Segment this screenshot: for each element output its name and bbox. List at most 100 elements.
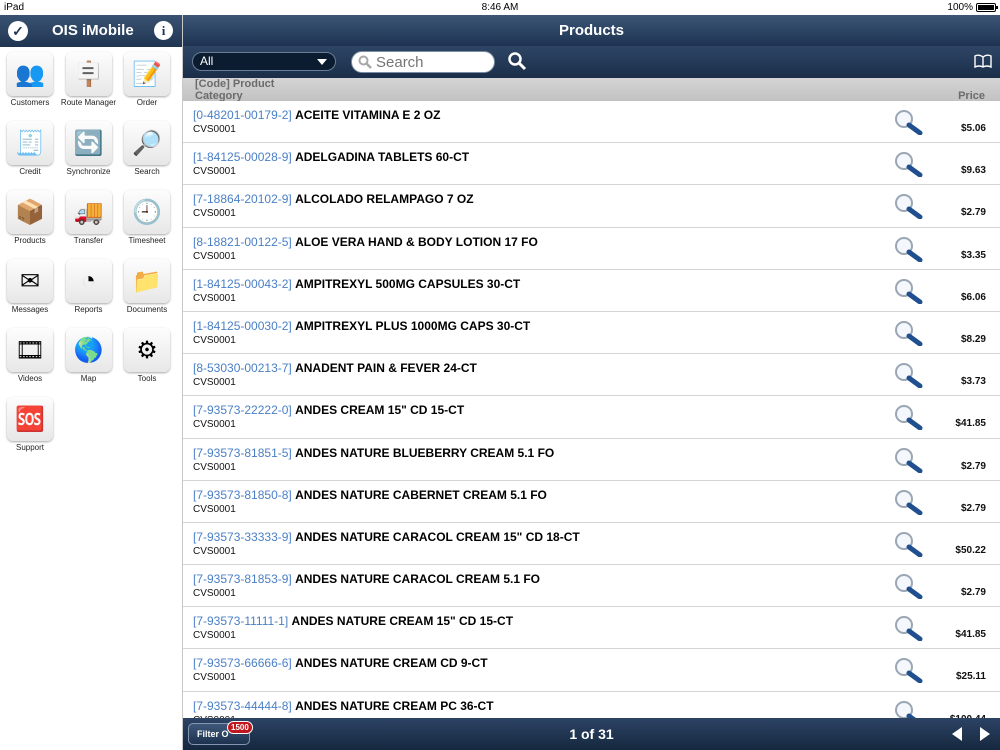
product-name: AMPITREXYL PLUS 1000MG CAPS 30-CT bbox=[295, 318, 531, 333]
search-input[interactable] bbox=[376, 54, 488, 70]
sidebar-item-messages[interactable]: ✉ Messages bbox=[1, 259, 59, 325]
sidebar-item-support[interactable]: 🆘 Support bbox=[1, 397, 59, 463]
synchronize-icon: 🔄 bbox=[65, 121, 112, 165]
product-name: ANDES NATURE CARACOL CREAM 15" CD 18-CT bbox=[295, 529, 580, 544]
product-category: CVS0001 bbox=[193, 461, 236, 473]
sidebar: ✓ OIS iMobile i 👥 Customers 🪧 Route Manager… bbox=[0, 15, 183, 750]
product-row[interactable]: [0-48201-00179-2] ACEITE VITAMINA E 2 OZ… bbox=[183, 101, 1000, 144]
product-row[interactable]: [7-93573-66666-6] ANDES NATURE CREAM CD … bbox=[183, 649, 1000, 692]
info-icon[interactable]: i bbox=[154, 21, 173, 40]
app-logo-icon: ✓ bbox=[8, 21, 28, 41]
product-row[interactable]: [1-84125-00028-9] ADELGADINA TABLETS 60-… bbox=[183, 143, 1000, 186]
view-detail-icon[interactable] bbox=[893, 573, 923, 604]
help-support-icon: 🆘 bbox=[7, 397, 53, 441]
product-row[interactable]: [7-93573-44444-8] ANDES NATURE CREAM PC … bbox=[183, 691, 1000, 718]
view-detail-icon[interactable] bbox=[893, 615, 923, 646]
sidebar-item-videos[interactable]: 🎞 Videos bbox=[1, 328, 59, 394]
product-row[interactable]: [7-93573-33333-9] ANDES NATURE CARACOL C… bbox=[183, 522, 1000, 566]
category-filter-select[interactable]: All bbox=[192, 52, 336, 71]
product-title: [0-48201-00179-2] ACEITE VITAMINA E 2 OZ bbox=[193, 108, 440, 122]
product-price: $5.06 bbox=[960, 123, 986, 134]
product-name: ALOE VERA HAND & BODY LOTION 17 FO bbox=[295, 234, 538, 249]
product-category: CVS0001 bbox=[193, 124, 236, 135]
view-detail-icon[interactable] bbox=[893, 531, 923, 562]
product-category: CVS0001 bbox=[193, 503, 236, 515]
product-title: [7-93573-81851-5] ANDES NATURE BLUEBERRY… bbox=[193, 446, 554, 460]
sidebar-item-tools[interactable]: ⚙ Tools bbox=[118, 328, 176, 394]
product-name: ANDES NATURE BLUEBERRY CREAM 5.1 FO bbox=[295, 445, 555, 460]
search-submit-icon[interactable] bbox=[507, 51, 527, 71]
sidebar-item-credit[interactable]: 🧾 Credit bbox=[1, 121, 59, 187]
product-price: $3.35 bbox=[960, 249, 986, 261]
product-row[interactable]: [7-93573-81851-5] ANDES NATURE BLUEBERRY… bbox=[183, 438, 1000, 481]
product-name: ACEITE VITAMINA E 2 OZ bbox=[295, 108, 441, 122]
product-title: [1-84125-00030-2] AMPITREXYL PLUS 1000MG… bbox=[193, 319, 530, 333]
sidebar-item-label: Tools bbox=[137, 374, 157, 383]
sidebar-item-label: Documents bbox=[126, 305, 168, 314]
sidebar-item-order[interactable]: 📝 Order bbox=[118, 52, 176, 118]
view-detail-icon[interactable] bbox=[893, 447, 923, 478]
messages-envelope-icon: ✉ bbox=[7, 259, 53, 303]
view-detail-icon[interactable] bbox=[893, 700, 923, 718]
product-list[interactable]: [0-48201-00179-2] ACEITE VITAMINA E 2 OZ… bbox=[183, 101, 1000, 718]
product-code: [0-48201-00179-2] bbox=[193, 108, 292, 122]
app-title: OIS iMobile bbox=[52, 22, 134, 39]
product-price: $2.79 bbox=[960, 502, 986, 514]
sidebar-item-documents[interactable]: 📁 Documents bbox=[118, 259, 176, 325]
view-detail-icon[interactable] bbox=[893, 489, 923, 520]
product-row[interactable]: [7-93573-22222-0] ANDES CREAM 15" CD 15-… bbox=[183, 396, 1000, 439]
view-detail-icon[interactable] bbox=[893, 193, 923, 224]
product-row[interactable]: [8-18821-00122-5] ALOE VERA HAND & BODY … bbox=[183, 227, 1000, 270]
column-code-product: [Code] Product bbox=[195, 78, 275, 90]
product-row[interactable]: [7-93573-11111-1] ANDES NATURE CREAM 15"… bbox=[183, 607, 1000, 650]
product-row[interactable]: [7-18864-20102-9] ALCOLADO RELAMPAGO 7 O… bbox=[183, 185, 1000, 228]
view-detail-icon[interactable] bbox=[893, 109, 923, 140]
sidebar-item-transfer[interactable]: 🚚 Transfer bbox=[60, 190, 118, 256]
product-row[interactable]: [7-93573-81853-9] ANDES NATURE CARACOL C… bbox=[183, 565, 1000, 608]
product-title: [8-53030-00213-7] ANADENT PAIN & FEVER 2… bbox=[193, 361, 477, 375]
product-price: $6.06 bbox=[960, 291, 986, 303]
product-row[interactable]: [1-84125-00043-2] AMPITREXYL 500MG CAPSU… bbox=[183, 269, 1000, 312]
view-detail-icon[interactable] bbox=[893, 236, 923, 267]
view-detail-icon[interactable] bbox=[893, 278, 923, 309]
catalog-book-icon[interactable] bbox=[974, 54, 992, 68]
view-detail-icon[interactable] bbox=[893, 657, 923, 688]
sidebar-item-synchronize[interactable]: 🔄 Synchronize bbox=[60, 121, 118, 187]
view-detail-icon[interactable] bbox=[893, 404, 923, 435]
previous-page-icon[interactable] bbox=[952, 727, 962, 741]
search-field[interactable] bbox=[351, 51, 495, 73]
sidebar-item-customers[interactable]: 👥 Customers bbox=[1, 52, 59, 118]
battery-icon bbox=[976, 3, 998, 12]
product-category: CVS0001 bbox=[193, 334, 236, 346]
sidebar-item-map[interactable]: 🌎 Map bbox=[60, 328, 118, 394]
view-detail-icon[interactable] bbox=[893, 151, 923, 182]
view-detail-icon[interactable] bbox=[893, 320, 923, 351]
view-detail-icon[interactable] bbox=[893, 362, 923, 393]
column-header: [Code] Product Category Price bbox=[183, 78, 1000, 102]
sidebar-item-reports[interactable]: ◔ Reports bbox=[60, 259, 118, 325]
product-row[interactable]: [1-84125-00030-2] AMPITREXYL PLUS 1000MG… bbox=[183, 311, 1000, 355]
product-name: ANDES NATURE CREAM PC 36-CT bbox=[295, 698, 494, 713]
clock: 8:46 AM bbox=[481, 2, 519, 13]
sidebar-item-products[interactable]: 📦 Products bbox=[1, 190, 59, 256]
main-header: Products bbox=[183, 15, 1000, 46]
product-title: [7-93573-33333-9] ANDES NATURE CARACOL C… bbox=[193, 530, 580, 544]
product-row[interactable]: [8-53030-00213-7] ANADENT PAIN & FEVER 2… bbox=[183, 354, 1000, 397]
sidebar-item-label: Synchronize bbox=[66, 167, 111, 176]
product-name: AMPITREXYL 500MG CAPSULES 30-CT bbox=[295, 276, 521, 291]
product-price: $9.63 bbox=[960, 165, 986, 177]
product-name: ALCOLADO RELAMPAGO 7 OZ bbox=[295, 192, 474, 207]
product-name: ANDES NATURE CREAM 15" CD 15-CT bbox=[291, 614, 514, 629]
product-code: [7-93573-81850-8] bbox=[193, 487, 292, 502]
next-page-icon[interactable] bbox=[980, 727, 990, 741]
sidebar-item-timesheet[interactable]: 🕘 Timesheet bbox=[118, 190, 176, 256]
sidebar-item-label: Customers bbox=[10, 98, 50, 107]
search-document-icon: 🔎 bbox=[124, 121, 170, 165]
sidebar-item-label: Reports bbox=[74, 305, 103, 314]
battery-status: 100% bbox=[947, 2, 998, 13]
product-row[interactable]: [7-93573-81850-8] ANDES NATURE CABERNET … bbox=[183, 480, 1000, 523]
sidebar-item-route-manager[interactable]: 🪧 Route Manager bbox=[60, 52, 118, 118]
sidebar-item-label: Credit bbox=[19, 167, 41, 176]
sidebar-item-search[interactable]: 🔎 Search bbox=[118, 121, 176, 187]
sidebar-header: ✓ OIS iMobile i bbox=[0, 15, 182, 47]
